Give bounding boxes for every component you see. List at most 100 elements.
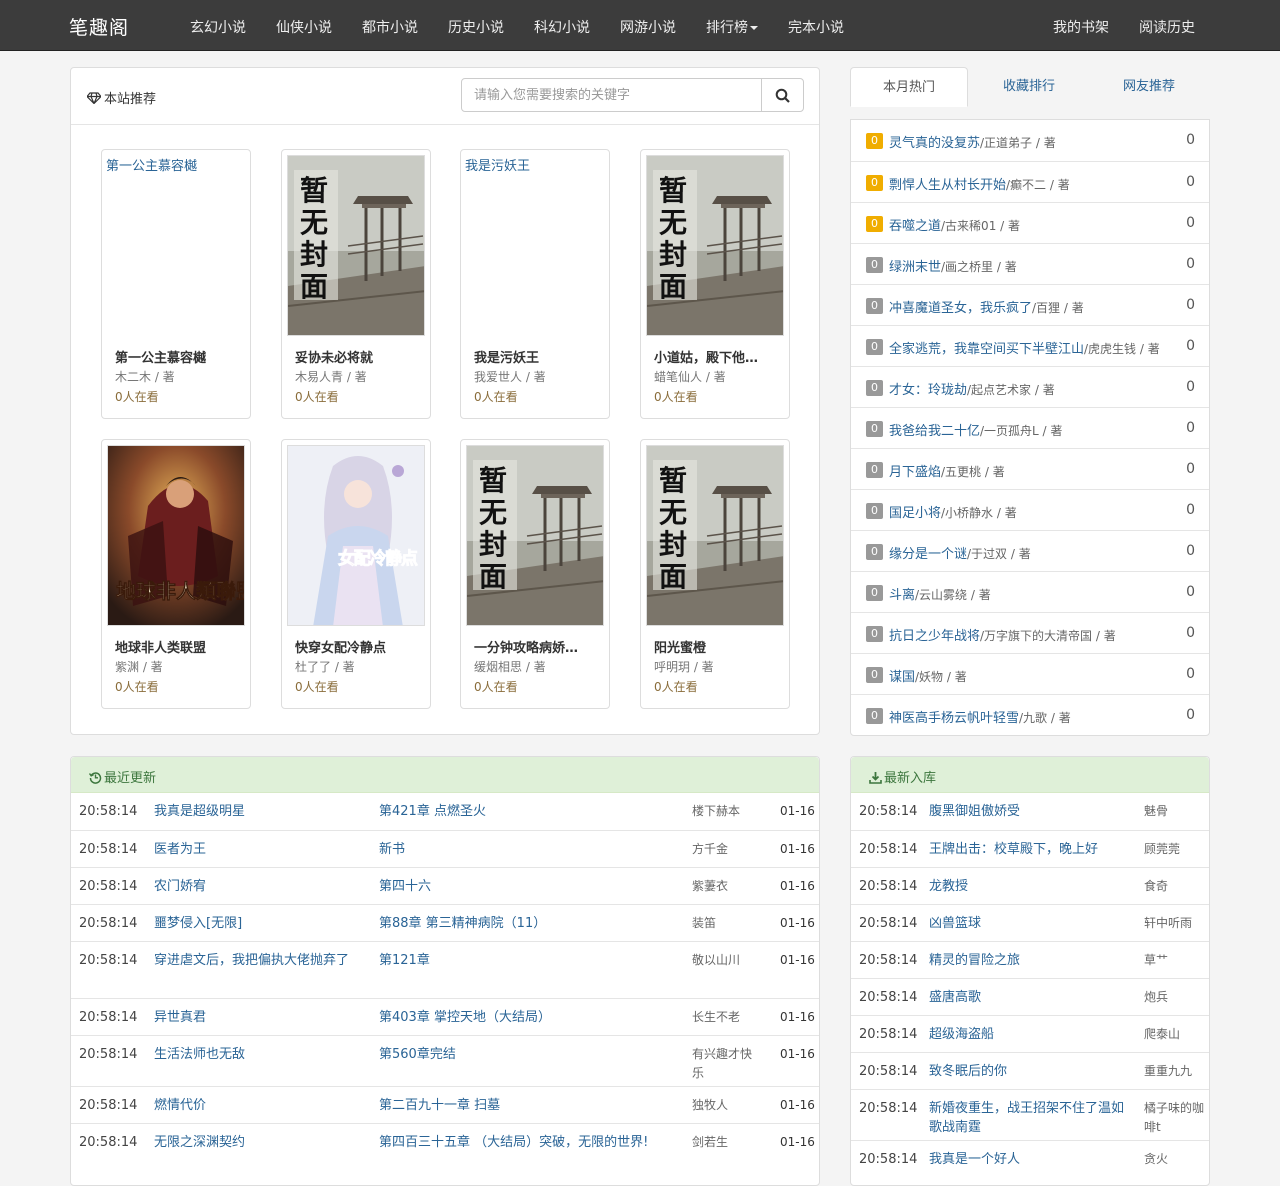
chapter-link[interactable]: 第421章 点燃圣火 [379,802,669,821]
book-link[interactable]: 精灵的冒险之旅 [929,951,1134,970]
hot-item-link[interactable]: 抗日之少年战将/万字旗下的大清帝国 / 著 [889,625,1116,644]
book-link[interactable]: 生活法师也无敌 [154,1045,359,1064]
nav-xianxia[interactable]: 仙侠小说 [276,17,332,37]
book-card[interactable]: 暂无封面小道姑，殿下他… 蜡笔仙人 / 著 0人在看 [640,149,790,419]
book-link[interactable]: 穿进虐文后，我把偏执大佬抛弃了 [154,951,359,970]
book-link[interactable]: 无限之深渊契约 [154,1133,359,1152]
hot-book-name[interactable]: 灵气真的没复苏 [889,136,980,151]
nav-dushi[interactable]: 都市小说 [362,17,418,37]
hot-list-item[interactable]: 0 才女：玲珑劫/起点艺术家 / 著 0 [851,366,1209,407]
hot-item-link[interactable]: 冲喜魔道圣女，我乐疯了/百狸 / 著 [889,297,1084,316]
book-link[interactable]: 异世真君 [154,1008,359,1027]
chapter-link[interactable]: 第二百九十一章 扫墓 [379,1096,669,1115]
book-link[interactable]: 龙教授 [929,877,1134,896]
book-cover-placeholder[interactable]: 暂无封面 [466,445,604,626]
hot-item-link[interactable]: 斗离/云山雾绕 / 著 [889,584,991,603]
book-link[interactable]: 新婚夜重生，战王招架不住了温如歌战南霆 [929,1099,1134,1137]
hot-list-item[interactable]: 0 我爸给我二十亿/一页孤舟L / 著 0 [851,407,1209,448]
site-logo[interactable]: 笔趣阁 [69,13,129,40]
book-cover[interactable]: 地球非人類聯盟 [107,445,245,626]
hot-list-item[interactable]: 0 神医高手杨云帆叶轻雪/九歌 / 著 0 [851,694,1209,735]
hot-book-name[interactable]: 我爸给我二十亿 [889,424,980,439]
book-card[interactable]: 女配冷静点 快穿女配冷静点 杜了了 / 著 0人在看 [281,439,431,709]
book-link[interactable]: 燃情代价 [154,1096,359,1115]
book-card[interactable]: 地球非人類聯盟 地球非人类联盟 紫渊 / 著 0人在看 [101,439,251,709]
chapter-link[interactable]: 新书 [379,840,669,859]
hot-list-item[interactable]: 0 绿洲末世/画之桥里 / 著 0 [851,243,1209,284]
book-link[interactable]: 我真是超级明星 [154,802,359,821]
hot-item-link[interactable]: 月下盛焰/五更桃 / 著 [889,461,1005,480]
tab-favorites-rank[interactable]: 收藏排行 [970,67,1088,107]
hot-book-name[interactable]: 神医高手杨云帆叶轻雪 [889,711,1019,726]
book-link[interactable]: 我真是一个好人 [929,1150,1134,1169]
book-link[interactable]: 盛唐高歌 [929,988,1134,1007]
hot-item-link[interactable]: 缘分是一个谜/于过双 / 著 [889,543,1031,562]
chapter-link[interactable]: 第121章 [379,951,669,970]
chapter-link[interactable]: 第88章 第三精神病院（11） [379,914,669,933]
book-link[interactable]: 噩梦侵入[无限] [154,914,359,933]
book-card[interactable]: 暂无封面一分钟攻略病娇… 缓烟相思 / 著 0人在看 [460,439,610,709]
hot-item-link[interactable]: 绿洲末世/画之桥里 / 著 [889,256,1017,275]
cover-alt-text[interactable]: 第一公主慕容樾 [106,155,197,174]
hot-item-link[interactable]: 国足小将/小桥静水 / 著 [889,502,1017,521]
hot-list-item[interactable]: 0 斗离/云山雾绕 / 著 0 [851,571,1209,612]
hot-item-link[interactable]: 灵气真的没复苏/正道弟子 / 著 [889,132,1056,151]
hot-item-link[interactable]: 才女：玲珑劫/起点艺术家 / 著 [889,379,1055,398]
hot-list-item[interactable]: 0 月下盛焰/五更桃 / 著 0 [851,448,1209,489]
hot-list-item[interactable]: 0 抗日之少年战将/万字旗下的大清帝国 / 著 0 [851,612,1209,653]
book-card[interactable]: 第一公主慕容樾 第一公主慕容樾 木二木 / 著 0人在看 [101,149,251,419]
book-title[interactable]: 小道姑，殿下他… [654,347,784,366]
book-title[interactable]: 妥协未必将就 [295,347,425,366]
nav-lishi[interactable]: 历史小说 [448,17,504,37]
hot-item-link[interactable]: 全家逃荒，我靠空间买下半壁江山/虎虎生钱 / 著 [889,338,1160,357]
book-cover-placeholder[interactable]: 暂无封面 [287,155,425,336]
book-link[interactable]: 腹黑御姐傲娇受 [929,802,1134,821]
hot-book-name[interactable]: 月下盛焰 [889,465,941,480]
book-cover-placeholder[interactable]: 暂无封面 [646,155,784,336]
hot-book-name[interactable]: 斗离 [889,588,915,603]
search-button[interactable] [761,78,804,112]
book-card[interactable]: 暂无封面妥协未必将就 木易人青 / 著 0人在看 [281,149,431,419]
hot-book-name[interactable]: 冲喜魔道圣女，我乐疯了 [889,301,1032,316]
hot-item-link[interactable]: 谋国/妖物 / 著 [889,666,967,685]
hot-book-name[interactable]: 国足小将 [889,506,941,521]
nav-bookshelf[interactable]: 我的书架 [1053,17,1109,37]
tab-user-recommend[interactable]: 网友推荐 [1090,67,1208,107]
book-title[interactable]: 快穿女配冷静点 [295,637,425,656]
book-card[interactable]: 我是污妖王 我是污妖王 我爱世人 / 著 0人在看 [460,149,610,419]
nav-history[interactable]: 阅读历史 [1139,17,1195,37]
hot-list-item[interactable]: 0 国足小将/小桥静水 / 著 0 [851,489,1209,530]
hot-item-link[interactable]: 我爸给我二十亿/一页孤舟L / 著 [889,420,1062,439]
hot-book-name[interactable]: 剽悍人生从村长开始 [889,178,1006,193]
book-title[interactable]: 阳光蜜橙 [654,637,784,656]
hot-book-name[interactable]: 吞噬之道 [889,219,941,234]
hot-item-link[interactable]: 剽悍人生从村长开始/癫不二 / 著 [889,174,1070,193]
tab-monthly-hot[interactable]: 本月热门 [850,67,968,107]
hot-list-item[interactable]: 0 灵气真的没复苏/正道弟子 / 著 0 [851,120,1209,161]
book-title[interactable]: 我是污妖王 [474,347,604,366]
nav-wangyou[interactable]: 网游小说 [620,17,676,37]
cover-alt-text[interactable]: 我是污妖王 [465,155,530,174]
book-cover-placeholder[interactable]: 暂无封面 [646,445,784,626]
book-title[interactable]: 第一公主慕容樾 [115,347,245,366]
book-title[interactable]: 一分钟攻略病娇… [474,637,604,656]
hot-book-name[interactable]: 绿洲末世 [889,260,941,275]
hot-book-name[interactable]: 才女：玲珑劫 [889,383,967,398]
book-link[interactable]: 医者为王 [154,840,359,859]
book-card[interactable]: 暂无封面阳光蜜橙 呼明玥 / 著 0人在看 [640,439,790,709]
chapter-link[interactable]: 第560章完结 [379,1045,669,1064]
hot-list-item[interactable]: 0 吞噬之道/古来稀01 / 著 0 [851,202,1209,243]
chapter-link[interactable]: 第四百三十五章 （大结局）突破，无限的世界! [379,1133,669,1152]
search-input[interactable] [461,78,762,112]
nav-xuanhuan[interactable]: 玄幻小说 [190,17,246,37]
book-cover[interactable]: 女配冷静点 [287,445,425,626]
hot-book-name[interactable]: 全家逃荒，我靠空间买下半壁江山 [889,342,1084,357]
nav-wanben[interactable]: 完本小说 [788,17,844,37]
book-link[interactable]: 超级海盗船 [929,1025,1134,1044]
nav-kehuan[interactable]: 科幻小说 [534,17,590,37]
hot-list-item[interactable]: 0 全家逃荒，我靠空间买下半壁江山/虎虎生钱 / 著 0 [851,325,1209,366]
hot-list-item[interactable]: 0 冲喜魔道圣女，我乐疯了/百狸 / 著 0 [851,284,1209,325]
chapter-link[interactable]: 第403章 掌控天地（大结局） [379,1008,669,1027]
hot-item-link[interactable]: 吞噬之道/古来稀01 / 著 [889,215,1020,234]
book-link[interactable]: 凶兽篮球 [929,914,1134,933]
